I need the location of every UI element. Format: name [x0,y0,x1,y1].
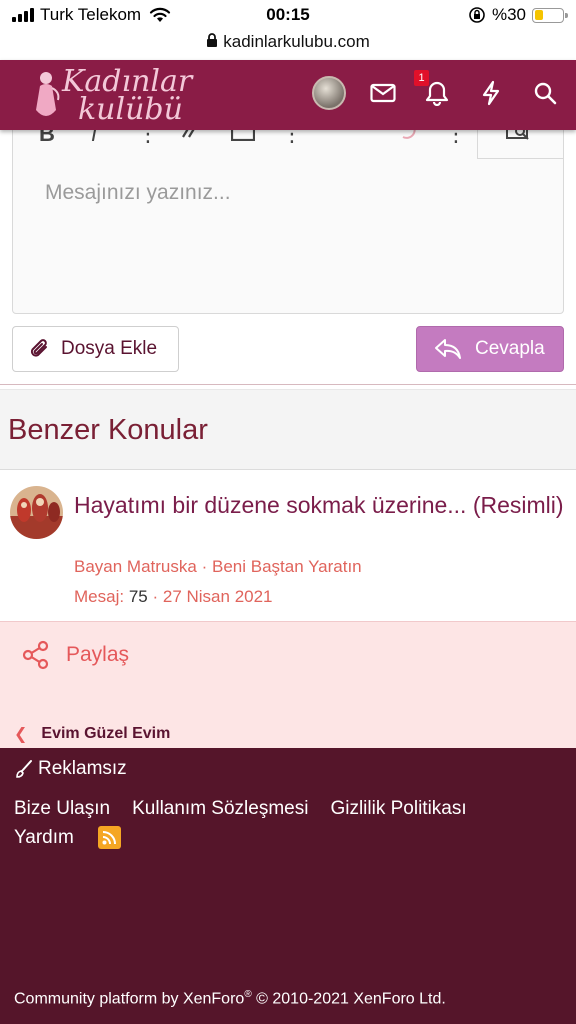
copyright: Community platform by XenForo® © 2010-20… [14,989,446,1008]
battery-percent: %30 [491,5,526,24]
header-icons: 1 [312,70,562,110]
ad-free-label: Reklamsız [38,758,127,779]
share-label: Paylaş [66,643,130,666]
reply-button[interactable]: Cevapla [416,326,564,372]
attach-file-button[interactable]: Dosya Ekle [12,326,179,372]
notification-badge: 1 [414,70,429,86]
share-section: Paylaş ❮ Evim Güzel Evim [0,621,576,748]
site-logo[interactable]: Kadınlar kulübü [32,64,192,127]
inbox-button[interactable] [366,76,400,110]
ad-free-link[interactable]: Reklamsız [14,758,127,780]
copyright-post: © 2010-2021 XenForo Ltd. [251,990,446,1008]
reply-arrow-icon [435,339,461,359]
rss-icon [102,831,116,845]
status-right: %30 [468,5,568,25]
lightning-icon [482,80,500,106]
footer-link-contact[interactable]: Bize Ulaşın [14,798,110,820]
breadcrumb-label: Evim Güzel Evim [41,725,171,742]
status-bar: Turk Telekom 00:15 %30 [0,0,576,30]
thread-forum[interactable]: Beni Baştan Yaratın [212,557,362,576]
thread-author-avatar[interactable] [10,486,63,539]
battery-icon [532,7,568,23]
brush-icon [16,760,32,778]
similar-thread-item[interactable]: Hayatımı bir düzene sokmak üzerine... (R… [0,471,576,621]
url-text: kadinlarkulubu.com [223,32,370,51]
share-icon [22,640,49,670]
reply-label: Cevapla [475,338,545,359]
logo-text-line2: kulübü [78,92,183,127]
share-button[interactable]: Paylaş [22,640,129,670]
footer-link-help[interactable]: Yardım [14,827,74,849]
lock-icon [207,33,218,47]
user-avatar[interactable] [312,76,346,110]
logo-figure-icon [36,72,60,116]
matryoshka-avatar-image [10,486,63,539]
thread-author[interactable]: Bayan Matruska [74,557,197,576]
editor-placeholder: Mesajınızı yazınız... [45,181,231,204]
alerts-button[interactable]: 1 [414,70,454,110]
copyright-pre[interactable]: Community platform by XenForo [14,990,244,1007]
similar-threads-title: Benzer Konular [8,414,208,446]
attach-file-label: Dosya Ekle [61,338,158,359]
rss-button[interactable] [97,826,121,849]
site-footer: Reklamsız Bize Ulaşın Kullanım Sözleşmes… [0,748,576,1024]
envelope-icon [370,83,396,103]
messages-count: 75 [128,587,148,606]
messages-label: Mesaj: [74,587,125,606]
chevron-left-icon: ❮ [14,726,28,743]
meta-separator: · [201,557,208,576]
registered-mark: ® [244,989,252,1000]
rotation-lock-icon [469,7,485,23]
footer-link-terms[interactable]: Kullanım Sözleşmesi [132,798,308,820]
thread-date: 27 Nisan 2021 [162,587,273,606]
breadcrumb[interactable]: ❮ Evim Güzel Evim [14,724,170,744]
footer-link-privacy[interactable]: Gizlilik Politikası [330,798,466,820]
site-header: Kadınlar kulübü 1 [0,60,576,130]
footer-links-row2: Yardım [14,826,121,849]
search-icon [534,82,557,105]
footer-links: Bize Ulaşın Kullanım Sözleşmesi Gizlilik… [14,798,467,820]
stats-separator: · [152,587,159,606]
thread-meta: Bayan Matruska · Beni Baştan Yaratın [74,557,362,577]
url-bar[interactable]: kadinlarkulubu.com [0,30,576,60]
similar-threads-header: Benzer Konular [0,390,576,470]
thread-title[interactable]: Hayatımı bir düzene sokmak üzerine... (R… [74,487,564,523]
thread-stats: Mesaj: 75 · 27 Nisan 2021 [74,587,273,607]
message-editor[interactable]: B I ⋮ ⋮ ⋮ Mesajınızı yazınız... [12,110,564,314]
paperclip-icon [30,339,47,357]
search-button[interactable] [528,76,562,110]
whats-new-button[interactable] [474,76,508,110]
